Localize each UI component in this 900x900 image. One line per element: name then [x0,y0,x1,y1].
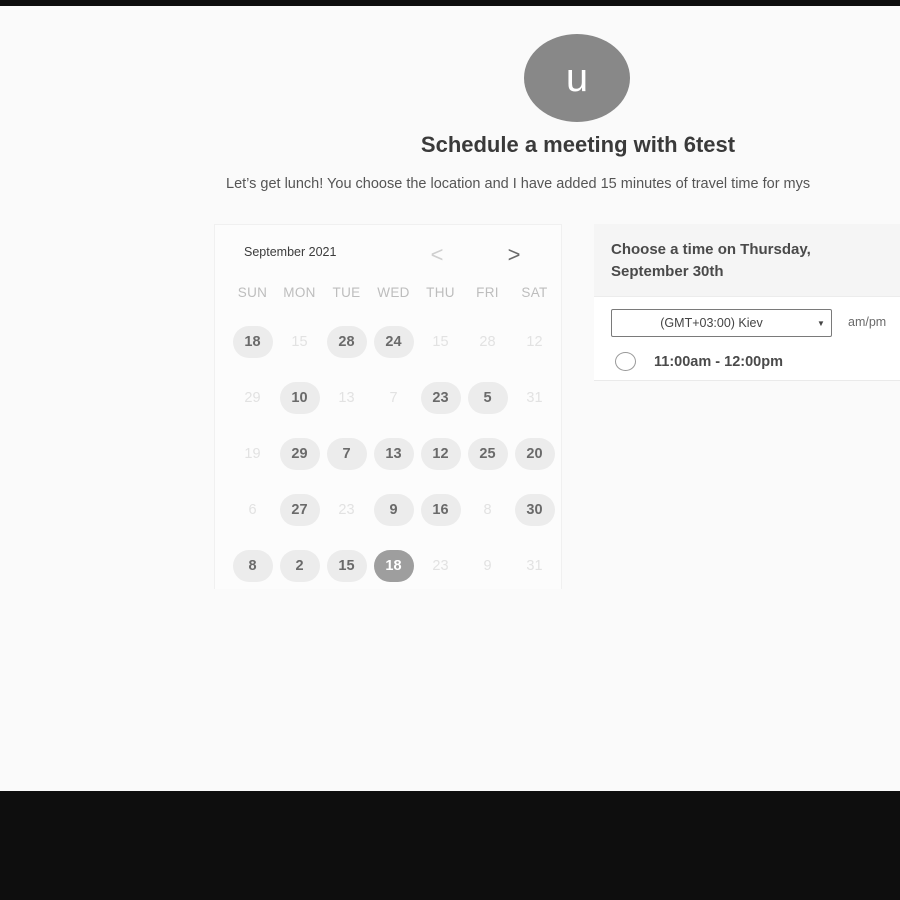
time-panel-heading: Choose a time on Thursday, September 30t… [611,241,811,280]
calendar-cell: 18 [370,538,417,594]
calendar-cell: 5 [464,370,511,426]
weekday-sat: SAT [521,285,548,300]
calendar-day-selected[interactable]: 18 [373,550,414,582]
calendar-day: 12 [526,334,543,350]
calendar-cell: 31 [511,538,558,594]
calendar-day[interactable]: 18 [232,326,273,358]
month-label: September 2021 [244,245,337,259]
calendar-day[interactable]: 24 [373,326,414,358]
calendar-day[interactable]: 16 [420,494,461,526]
weekday-sun: SUN [237,285,268,300]
calendar-cell: 8 [229,538,276,594]
calendar-cell: 28 [323,314,370,370]
calendar-cell: 15 [323,538,370,594]
calendar-day[interactable]: 8 [232,550,273,582]
calendar-day[interactable]: 2 [279,550,320,582]
calendar-cell: 23 [417,370,464,426]
calendar-day[interactable]: 23 [420,382,461,414]
calendar-cell: 12 [417,426,464,482]
day-grid: 18 15 28 24 15 28 12 29 10 13 7 23 5 31 19 29 7 13 12 25 20 6… [229,314,565,594]
calendar-cell: 7 [323,426,370,482]
calendar-cell: 2 [276,538,323,594]
calendar-cell: 23 [417,538,464,594]
calendar-day[interactable]: 10 [279,382,320,414]
calendar-day[interactable]: 7 [326,438,367,470]
calendar-day[interactable]: 25 [467,438,508,470]
calendar-cell: 12 [511,314,558,370]
calendar-day: 31 [526,390,543,406]
calendar-day: 31 [526,558,543,574]
meeting-description: Let’s get lunch! You choose the location… [226,176,811,192]
calendar-day: 15 [432,334,449,350]
timezone-value: (GMT+03:00) Kiev [660,316,763,330]
radio-button[interactable] [615,352,636,371]
time-slot-label: 11:00am - 12:00pm [654,353,783,370]
calendar-day[interactable]: 9 [373,494,414,526]
calendar-cell: 28 [464,314,511,370]
calendar-cell: 24 [370,314,417,370]
calendar-cell: 9 [370,482,417,538]
calendar-cell: 16 [417,482,464,538]
date-picker-calendar: September 2021 < > SUN MON TUE WED THU F… [214,224,562,589]
calendar-cell: 13 [323,370,370,426]
calendar-day: 29 [244,390,261,406]
calendar-day: 28 [479,334,496,350]
weekday-fri: FRI [476,285,499,300]
calendar-day: 13 [338,390,355,406]
calendar-cell: 7 [370,370,417,426]
calendar-day: 6 [248,502,257,518]
calendar-day[interactable]: 20 [514,438,555,470]
calendar-day[interactable]: 12 [420,438,461,470]
weekday-wed: WED [377,285,410,300]
bottom-frame-bar [0,791,900,900]
calendar-day[interactable]: 30 [514,494,555,526]
weekday-mon: MON [283,285,316,300]
time-slot-option[interactable]: 11:00am - 12:00pm [615,352,783,371]
calendar-cell: 8 [464,482,511,538]
calendar-cell: 6 [229,482,276,538]
calendar-day: 23 [338,502,355,518]
weekday-header: SUN MON TUE WED THU FRI SAT [229,285,565,300]
calendar-cell: 29 [229,370,276,426]
calendar-day[interactable]: 5 [467,382,508,414]
calendar-cell: 31 [511,370,558,426]
host-avatar: u [524,34,630,122]
calendar-day: 7 [389,390,398,406]
calendar-cell: 20 [511,426,558,482]
calendar-day[interactable]: 13 [373,438,414,470]
calendar-cell: 25 [464,426,511,482]
weekday-thu: THU [426,285,455,300]
calendar-day: 23 [432,558,449,574]
calendar-cell: 23 [323,482,370,538]
caret-down-icon: ▼ [817,318,825,328]
calendar-day: 9 [483,558,492,574]
calendar-day[interactable]: 27 [279,494,320,526]
calendar-cell: 10 [276,370,323,426]
scheduling-page: u Schedule a meeting with 6test Let’s ge… [0,6,900,791]
ampm-toggle[interactable]: am/pm [848,315,886,329]
time-panel-header: Choose a time on Thursday, September 30t… [594,224,900,297]
calendar-cell: 27 [276,482,323,538]
calendar-day[interactable]: 29 [279,438,320,470]
calendar-cell: 15 [417,314,464,370]
time-slot-panel: Choose a time on Thursday, September 30t… [594,224,900,381]
calendar-cell: 29 [276,426,323,482]
timezone-select[interactable]: (GMT+03:00) Kiev ▼ [611,309,832,337]
calendar-cell: 13 [370,426,417,482]
calendar-cell: 19 [229,426,276,482]
calendar-cell: 30 [511,482,558,538]
calendar-day[interactable]: 15 [326,550,367,582]
calendar-cell: 18 [229,314,276,370]
page-title: Schedule a meeting with 6test [420,132,736,157]
weekday-tue: TUE [332,285,361,300]
calendar-day: 19 [244,446,261,462]
avatar-letter: u [565,56,589,100]
calendar-cell: 9 [464,538,511,594]
calendar-day: 8 [483,502,492,518]
calendar-day: 15 [291,334,308,350]
chevron-right-icon[interactable]: > [502,243,526,267]
calendar-day[interactable]: 28 [326,326,367,358]
chevron-left-icon[interactable]: < [425,243,449,267]
calendar-cell: 15 [276,314,323,370]
